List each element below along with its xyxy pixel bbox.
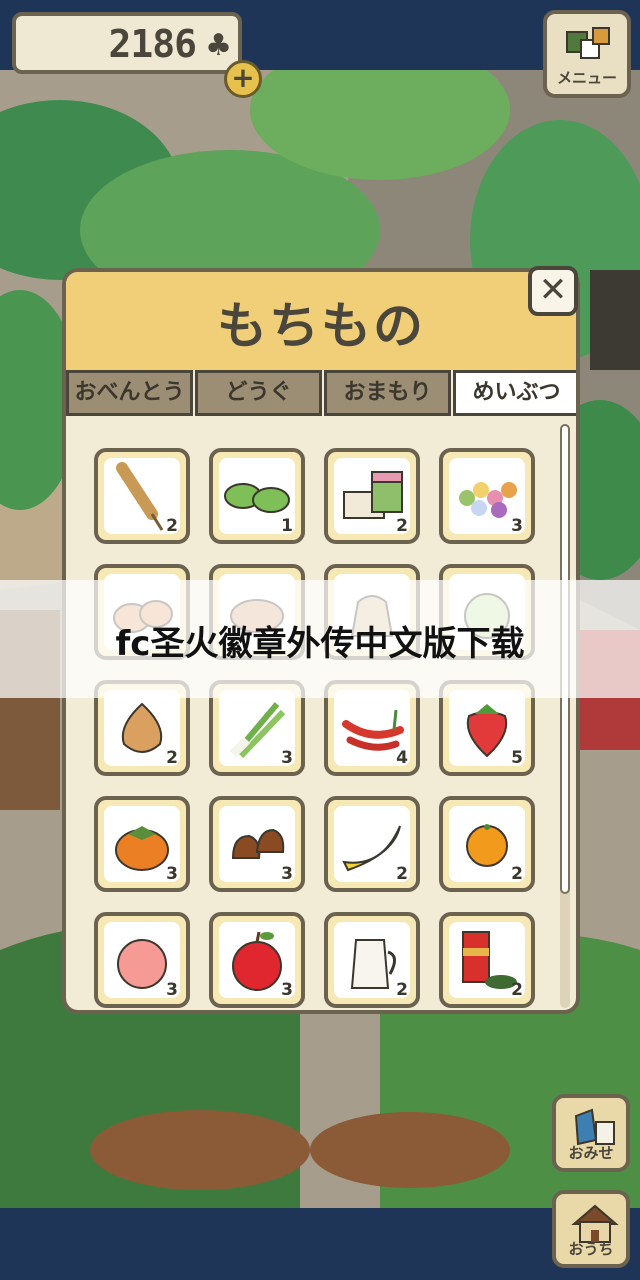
item-slot[interactable]: 1	[209, 448, 305, 544]
item-count: 3	[166, 864, 178, 884]
add-clover-button[interactable]: +	[224, 60, 262, 98]
home-button[interactable]: おうち	[552, 1190, 630, 1268]
item-count: 2	[511, 980, 523, 1000]
item-count: 3	[166, 980, 178, 1000]
item-count: 2	[166, 516, 178, 536]
item-grid: 2 1 2 3 2 3 4 5 3 3 2 2 3 3 2 2	[74, 422, 562, 1008]
item-slot[interactable]: 3	[439, 448, 535, 544]
tab-specialties[interactable]: めいぶつ	[453, 370, 576, 416]
item-slot[interactable]: 3	[94, 796, 190, 892]
clover-icon: ♣	[205, 28, 232, 63]
bottom-bar	[0, 1208, 640, 1280]
item-count: 4	[396, 748, 408, 768]
tab-bento[interactable]: おべんとう	[66, 370, 193, 416]
overlay-banner: fc圣火徽章外传中文版下载	[0, 580, 640, 698]
inventory-tabs: おべんとう どうぐ おまもり めいぶつ	[66, 370, 576, 418]
tab-tools[interactable]: どうぐ	[195, 370, 322, 416]
menu-label: メニュー	[556, 69, 617, 87]
item-slot[interactable]: 3	[209, 912, 305, 1008]
menu-button[interactable]: メニュー	[543, 10, 631, 98]
item-count: 3	[281, 748, 293, 768]
home-label: おうち	[568, 1240, 614, 1258]
close-button[interactable]: ✕	[528, 266, 578, 316]
item-count: 2	[511, 864, 523, 884]
inventory-title: もちもの	[217, 297, 425, 355]
item-slot[interactable]: 2	[324, 448, 420, 544]
item-slot[interactable]: 2	[439, 912, 535, 1008]
item-count: 2	[396, 864, 408, 884]
inventory-header: もちもの	[66, 272, 576, 370]
item-slot[interactable]: 3	[209, 796, 305, 892]
shop-button[interactable]: おみせ	[552, 1094, 630, 1172]
item-slot[interactable]: 2	[324, 796, 420, 892]
clover-counter: 2186 ♣	[12, 12, 242, 74]
shop-label: おみせ	[568, 1144, 614, 1162]
item-count: 3	[281, 864, 293, 884]
clover-count: 2186	[108, 22, 197, 66]
menu-icon	[566, 27, 610, 59]
item-slot[interactable]: 2	[94, 448, 190, 544]
item-count: 2	[396, 516, 408, 536]
item-count: 3	[281, 980, 293, 1000]
item-slot[interactable]: 2	[439, 796, 535, 892]
tab-charms[interactable]: おまもり	[324, 370, 451, 416]
item-count: 2	[396, 980, 408, 1000]
item-slot[interactable]: 3	[94, 912, 190, 1008]
inventory-scrollbar[interactable]	[560, 424, 570, 1008]
item-count: 5	[511, 748, 523, 768]
banner-text: fc圣火徽章外传中文版下载	[115, 624, 525, 664]
item-slot[interactable]: 2	[324, 912, 420, 1008]
item-count: 3	[511, 516, 523, 536]
item-count: 1	[281, 516, 293, 536]
item-count: 2	[166, 748, 178, 768]
